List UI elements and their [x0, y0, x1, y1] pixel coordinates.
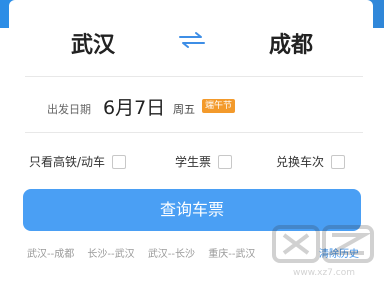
student-ticket-checkbox[interactable]	[218, 154, 233, 169]
divider	[25, 76, 363, 77]
divider	[25, 132, 363, 133]
high-speed-checkbox[interactable]	[112, 154, 127, 169]
watermark-logo: www.xz7.com	[272, 225, 374, 278]
holiday-badge: 端午节	[202, 99, 236, 113]
high-speed-label: 只看高铁/动车	[29, 155, 106, 169]
watermark-url: www.xz7.com	[293, 268, 355, 278]
history-item[interactable]: 武汉--长沙	[148, 249, 195, 260]
student-ticket-option[interactable]: 学生票	[175, 153, 233, 170]
high-speed-option[interactable]: 只看高铁/动车	[29, 153, 127, 170]
weekday: 周五	[173, 103, 195, 116]
date-value[interactable]: 6月7日	[103, 93, 165, 120]
exchange-train-option[interactable]: 兑换车次	[276, 153, 346, 170]
departure-city[interactable]: 武汉	[71, 27, 115, 59]
swap-icon[interactable]	[177, 30, 207, 50]
search-history: 武汉--成都 长沙--武汉 武汉--长沙 重庆--武汉	[27, 245, 265, 260]
history-item[interactable]: 长沙--武汉	[87, 249, 134, 260]
exchange-train-label: 兑换车次	[276, 155, 325, 169]
history-item[interactable]: 武汉--成都	[27, 249, 74, 260]
history-item[interactable]: 重庆--武汉	[208, 249, 255, 260]
arrival-city[interactable]: 成都	[269, 27, 313, 59]
student-ticket-label: 学生票	[175, 155, 212, 169]
date-label: 出发日期	[47, 103, 91, 116]
exchange-train-checkbox[interactable]	[331, 154, 346, 169]
